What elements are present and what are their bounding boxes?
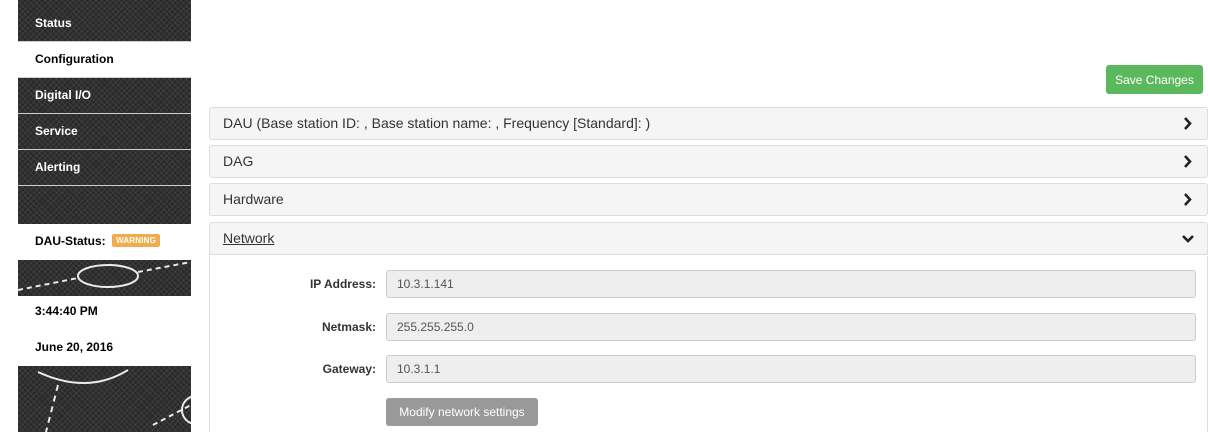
- ip-address-field[interactable]: [386, 270, 1196, 298]
- netmask-label: Netmask:: [321, 320, 376, 334]
- dau-status: DAU-Status: WARNING: [18, 224, 191, 260]
- panel-dag[interactable]: DAG: [209, 145, 1208, 178]
- gateway-label: Gateway:: [322, 362, 376, 376]
- chevron-right-icon: [1184, 155, 1192, 168]
- gateway-field[interactable]: [386, 355, 1196, 383]
- panel-hardware[interactable]: Hardware: [209, 183, 1208, 216]
- panel-dag-title: DAG: [223, 153, 254, 169]
- panel-dau[interactable]: DAU (Base station ID: , Base station nam…: [209, 107, 1208, 140]
- clock: 3:44:40 PM June 20, 2016: [18, 296, 191, 366]
- panel-dau-title: DAU (Base station ID: , Base station nam…: [223, 115, 651, 131]
- current-date: June 20, 2016: [35, 340, 114, 354]
- dau-status-label: DAU-Status:: [35, 234, 106, 248]
- sidebar-item-digital-io[interactable]: Digital I/O: [18, 78, 191, 114]
- panel-network-title[interactable]: Network: [223, 230, 274, 246]
- sidebar-item-service[interactable]: Service: [18, 114, 191, 150]
- status-badge: WARNING: [112, 234, 161, 248]
- sidebar-item-alerting[interactable]: Alerting: [18, 150, 191, 186]
- panel-network[interactable]: Network: [209, 222, 1208, 255]
- sidebar-item-status[interactable]: Status: [18, 6, 191, 42]
- current-time: 3:44:40 PM: [35, 304, 98, 318]
- save-changes-button[interactable]: Save Changes: [1106, 65, 1203, 94]
- sidebar-item-configuration[interactable]: Configuration: [18, 42, 191, 78]
- chevron-right-icon: [1184, 117, 1192, 130]
- panel-hardware-title: Hardware: [223, 191, 284, 207]
- sidebar: Status Configuration Digital I/O Service…: [18, 0, 191, 432]
- netmask-field[interactable]: [386, 313, 1196, 341]
- modify-network-settings-button[interactable]: Modify network settings: [386, 398, 538, 426]
- ip-address-label: IP Address:: [309, 277, 376, 291]
- chevron-right-icon: [1184, 193, 1192, 206]
- chevron-down-icon: [1182, 235, 1194, 243]
